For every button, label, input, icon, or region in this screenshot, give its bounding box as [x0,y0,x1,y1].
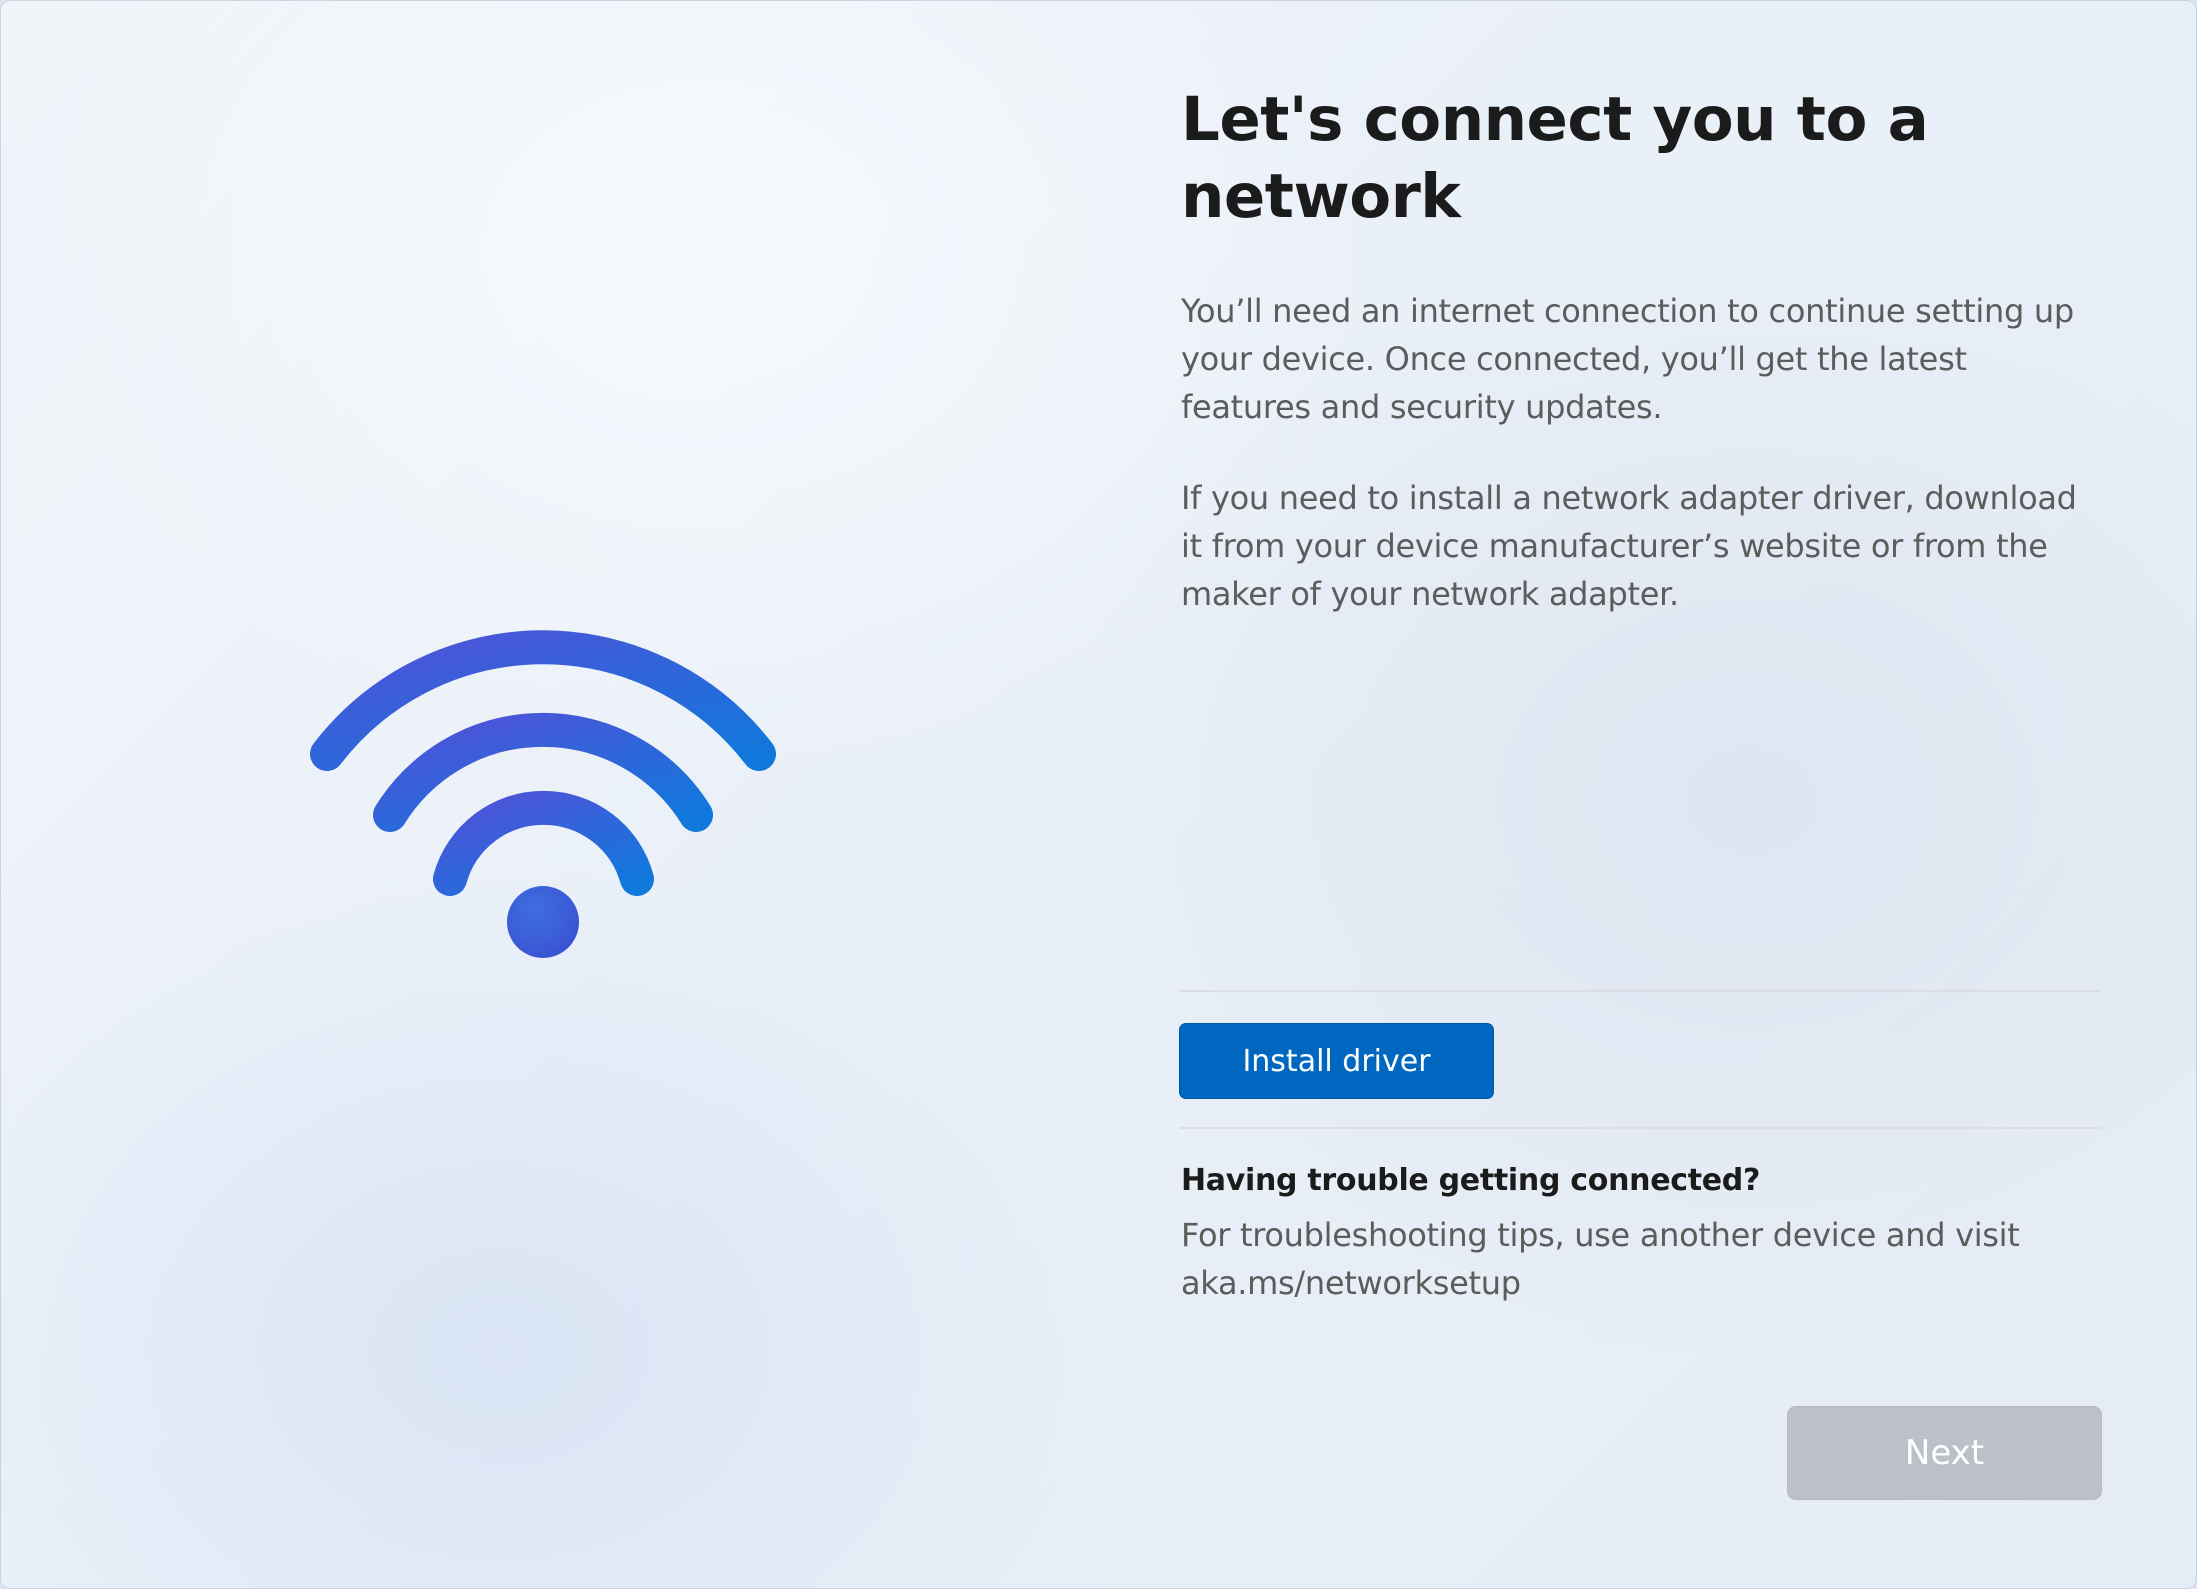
description-paragraph: You’ll need an internet connection to co… [1181,292,2074,426]
content-panel: Let's connect you to a network You’ll ne… [1181,81,2101,613]
oobe-window: Let's connect you to a network You’ll ne… [0,0,2197,1589]
trouble-heading: Having trouble getting connected? [1181,1163,1761,1198]
wifi-icon [310,630,776,958]
driver-info-paragraph: If you need to install a network adapter… [1181,479,2077,613]
install-driver-button[interactable]: Install driver [1179,1023,1494,1099]
divider-bottom [1179,1127,2101,1129]
divider-top [1179,990,2101,992]
page-title: Let's connect you to a network [1181,84,1929,232]
wifi-dot [507,886,579,958]
wifi-illustration [301,616,791,966]
trouble-text: For troubleshooting tips, use another de… [1181,1216,2020,1302]
wifi-arc-inner [433,790,654,896]
next-button[interactable]: Next [1787,1406,2102,1500]
